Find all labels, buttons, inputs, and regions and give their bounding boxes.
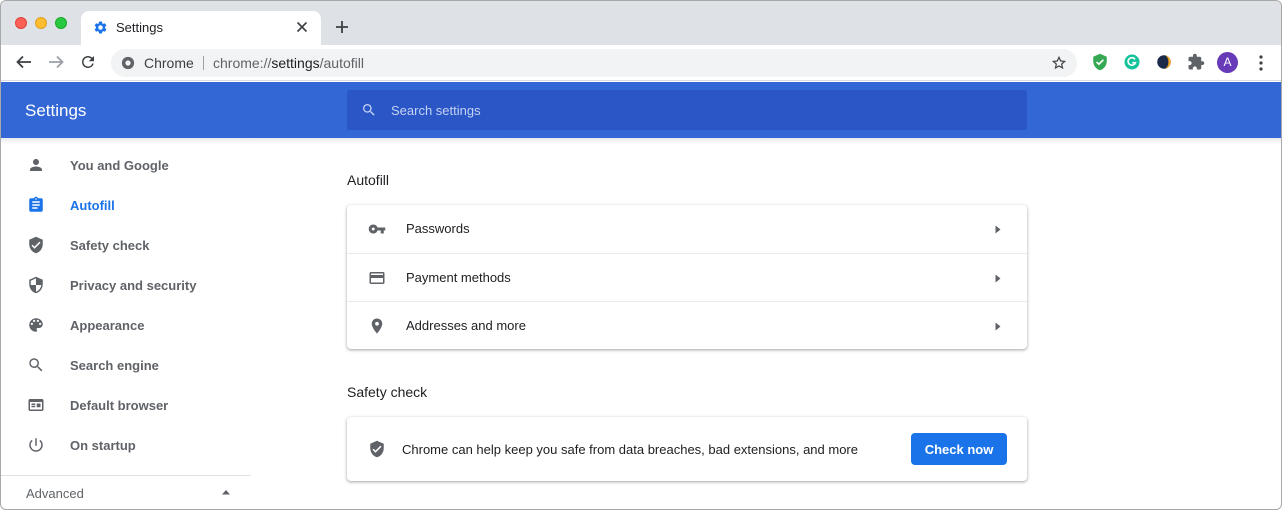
sidebar-item-appearance[interactable]: Appearance	[1, 305, 251, 345]
url-text[interactable]: chrome://settings/autofill	[213, 55, 364, 71]
chrome-page-icon[interactable]	[121, 56, 135, 70]
safety-check-description: Chrome can help keep you safe from data …	[402, 442, 858, 457]
row-label: Passwords	[406, 221, 470, 236]
search-settings-input[interactable]	[391, 90, 1011, 130]
header-shadow	[1, 138, 1281, 144]
settings-search-box[interactable]	[347, 90, 1027, 130]
row-passwords[interactable]: Passwords	[347, 205, 1027, 253]
key-icon	[368, 224, 386, 234]
gear-icon	[94, 21, 107, 34]
sidebar-item-label: You and Google	[70, 158, 169, 173]
section-title-autofill: Autofill	[347, 172, 390, 188]
profile-avatar[interactable]: A	[1217, 52, 1238, 73]
row-addresses-and-more[interactable]: Addresses and more	[347, 301, 1027, 349]
browser-window-icon	[28, 399, 44, 411]
close-window-button[interactable]	[15, 17, 27, 29]
back-arrow-icon[interactable]	[15, 53, 33, 71]
forward-arrow-icon[interactable]	[47, 53, 65, 71]
row-label: Payment methods	[406, 270, 511, 285]
tab-title: Settings	[116, 20, 163, 35]
shield-check-icon	[29, 236, 43, 254]
url-host: settings	[271, 55, 320, 71]
arrow-right-icon	[995, 225, 1001, 234]
power-icon	[29, 438, 43, 452]
new-tab-icon[interactable]	[333, 18, 351, 36]
sidebar-item-search-engine[interactable]: Search engine	[1, 345, 251, 385]
row-payment-methods[interactable]: Payment methods	[347, 253, 1027, 301]
url-scheme: chrome://	[213, 55, 272, 71]
close-tab-icon[interactable]	[293, 18, 311, 36]
search-icon	[363, 104, 375, 116]
sidebar-item-label: Privacy and security	[70, 278, 197, 293]
advanced-toggle[interactable]: Advanced	[26, 486, 84, 501]
url-path: /autofill	[319, 55, 364, 71]
palette-icon	[29, 318, 43, 332]
sidebar-item-label: Autofill	[70, 198, 115, 213]
clipboard-icon	[29, 196, 43, 212]
arrow-right-icon	[995, 322, 1001, 331]
omnibox-divider	[203, 56, 204, 70]
location-pin-icon	[371, 318, 383, 334]
address-bar[interactable]: Chrome chrome://settings/autofill	[111, 49, 1077, 77]
reload-icon[interactable]	[79, 53, 97, 71]
caret-up-icon[interactable]	[221, 488, 231, 496]
sidebar-item-label: Safety check	[70, 238, 150, 253]
zoom-window-button[interactable]	[55, 17, 67, 29]
moon-extension-icon[interactable]	[1155, 53, 1173, 71]
puzzle-extensions-icon[interactable]	[1187, 53, 1205, 71]
minimize-window-button[interactable]	[35, 17, 47, 29]
sidebar-divider	[1, 475, 251, 476]
check-now-button[interactable]: Check now	[911, 433, 1007, 465]
tab-settings[interactable]: Settings	[81, 11, 321, 45]
row-label: Addresses and more	[406, 318, 526, 333]
grammarly-extension-icon[interactable]	[1123, 53, 1141, 71]
safety-check-card: Chrome can help keep you safe from data …	[347, 417, 1027, 481]
sidebar-item-label: On startup	[70, 438, 136, 453]
shield-extension-icon[interactable]	[1091, 53, 1109, 71]
sidebar-item-label: Appearance	[70, 318, 145, 333]
credit-card-icon	[369, 272, 385, 284]
settings-title: Settings	[25, 101, 87, 120]
shield-half-icon	[29, 276, 43, 294]
origin-label: Chrome	[144, 55, 194, 71]
autofill-card: Passwords Payment methods Addresses and …	[347, 205, 1027, 349]
browser-toolbar: Chrome chrome://settings/autofill A	[1, 45, 1281, 81]
sidebar-item-label: Default browser	[70, 398, 169, 413]
person-icon	[30, 159, 42, 171]
shield-check-icon	[370, 440, 384, 458]
sidebar-item-you-and-google[interactable]: You and Google	[1, 145, 251, 185]
arrow-right-icon	[995, 274, 1001, 283]
sidebar-item-on-startup[interactable]: On startup	[1, 425, 251, 465]
section-title-safety-check: Safety check	[347, 384, 428, 400]
sidebar-item-safety-check[interactable]: Safety check	[1, 225, 251, 265]
bookmark-star-icon[interactable]	[1051, 55, 1067, 71]
search-icon	[29, 358, 43, 372]
sidebar-item-autofill[interactable]: Autofill	[1, 185, 251, 225]
more-vertical-icon[interactable]	[1253, 54, 1269, 72]
sidebar-item-label: Search engine	[70, 358, 159, 373]
sidebar-item-default-browser[interactable]: Default browser	[1, 385, 251, 425]
settings-header: Settings	[1, 82, 1281, 138]
sidebar-item-privacy-and-security[interactable]: Privacy and security	[1, 265, 251, 305]
browser-window: Settings Chrome chrome://settings/autofi…	[0, 0, 1282, 510]
tab-strip: Settings	[1, 1, 1281, 45]
